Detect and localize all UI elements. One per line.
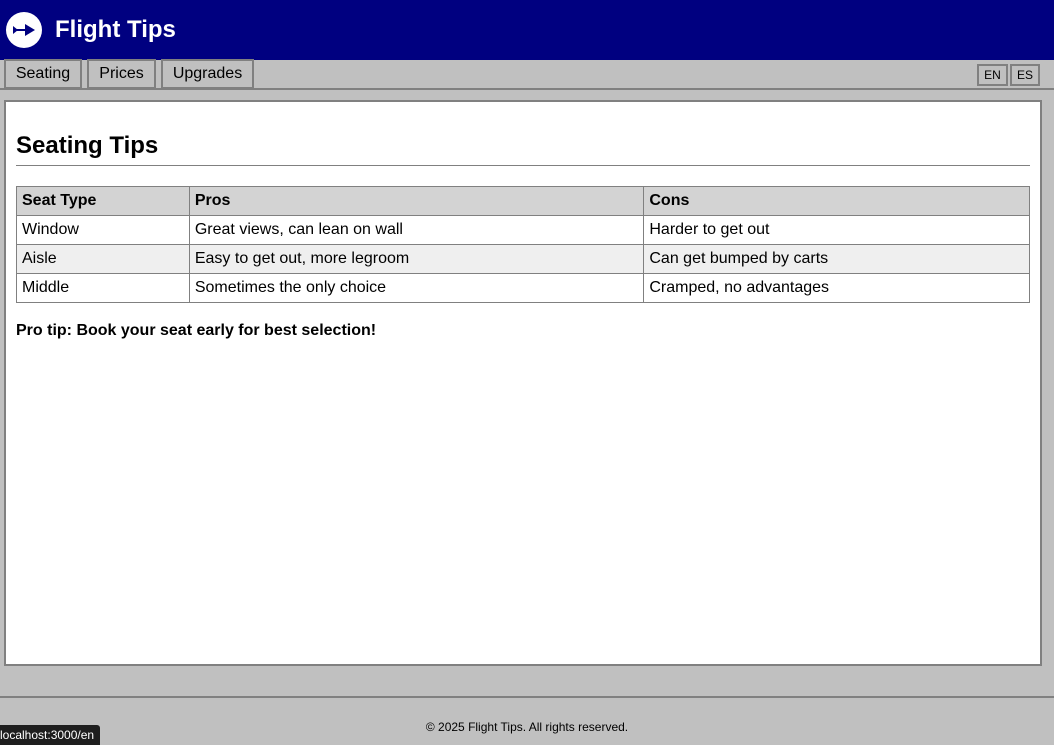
tab-seating[interactable]: Seating [4, 59, 82, 89]
link-status-tooltip: localhost:3000/en [0, 725, 101, 745]
language-es-button[interactable]: ES [1010, 64, 1040, 86]
app-header: Flight Tips [0, 0, 1054, 60]
table-cell: Sometimes the only choice [188, 273, 645, 303]
tab-bar: Seating Prices Upgrades EN ES [0, 59, 1054, 90]
tab-upgrades[interactable]: Upgrades [161, 59, 254, 89]
table-cell: Easy to get out, more legroom [188, 244, 645, 274]
table-row: Middle Sometimes the only choice Cramped… [16, 273, 1030, 303]
table-cell: Harder to get out [643, 215, 1030, 245]
title-divider [16, 165, 1030, 166]
plane-icon [6, 12, 42, 48]
app-title: Flight Tips [55, 16, 176, 43]
table-cell: Can get bumped by carts [643, 244, 1030, 274]
table-row: Window Great views, can lean on wall Har… [16, 215, 1030, 245]
column-header-seat-type: Seat Type [16, 186, 190, 216]
table-row: Aisle Easy to get out, more legroom Can … [16, 244, 1030, 274]
seating-table: Seat Type Pros Cons Window Great views, … [16, 186, 1030, 303]
language-en-button[interactable]: EN [977, 64, 1008, 86]
page-title: Seating Tips [16, 132, 159, 159]
table-cell: Aisle [16, 244, 190, 274]
footer-copyright: © 2025 Flight Tips. All rights reserved. [425, 719, 629, 734]
table-cell: Cramped, no advantages [643, 273, 1030, 303]
table-cell: Middle [16, 273, 190, 303]
table-header-row: Seat Type Pros Cons [16, 186, 1030, 216]
pro-tip: Pro tip: Book your seat early for best s… [16, 322, 377, 339]
column-header-pros: Pros [188, 186, 645, 216]
table-cell: Great views, can lean on wall [188, 215, 645, 245]
main-content: Seating Tips Seat Type Pros Cons Window … [4, 100, 1042, 666]
table-cell: Window [16, 215, 190, 245]
footer: © 2025 Flight Tips. All rights reserved. [0, 696, 1054, 745]
tab-prices[interactable]: Prices [87, 59, 156, 89]
column-header-cons: Cons [643, 186, 1030, 216]
